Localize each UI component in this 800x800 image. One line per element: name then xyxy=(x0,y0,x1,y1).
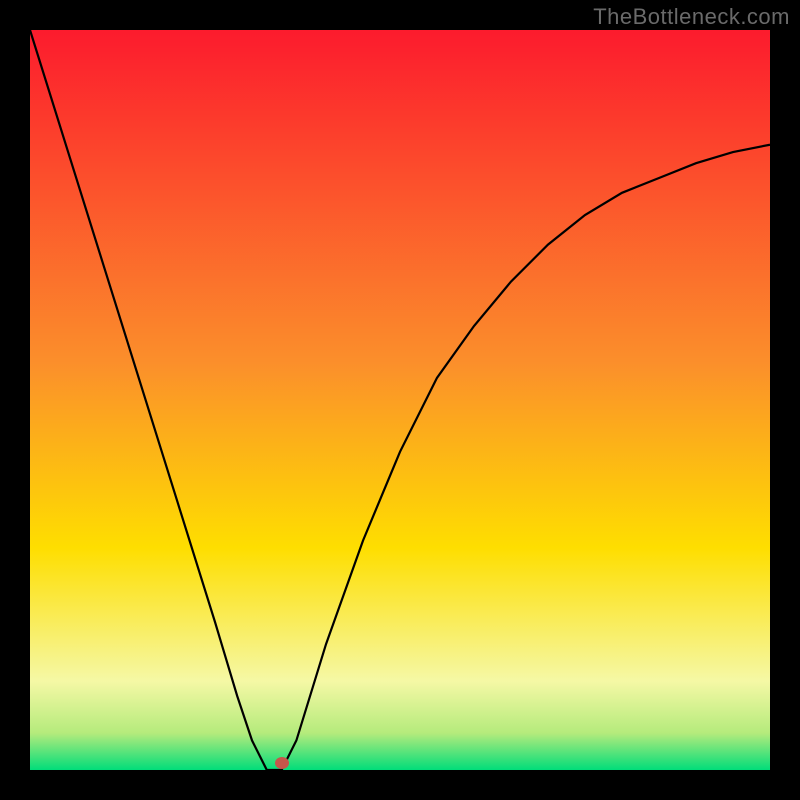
gradient-plot xyxy=(30,30,770,770)
vertex-marker xyxy=(275,757,289,769)
chart-frame: TheBottleneck.com xyxy=(0,0,800,800)
watermark-text: TheBottleneck.com xyxy=(593,4,790,30)
gradient-background xyxy=(30,30,770,770)
